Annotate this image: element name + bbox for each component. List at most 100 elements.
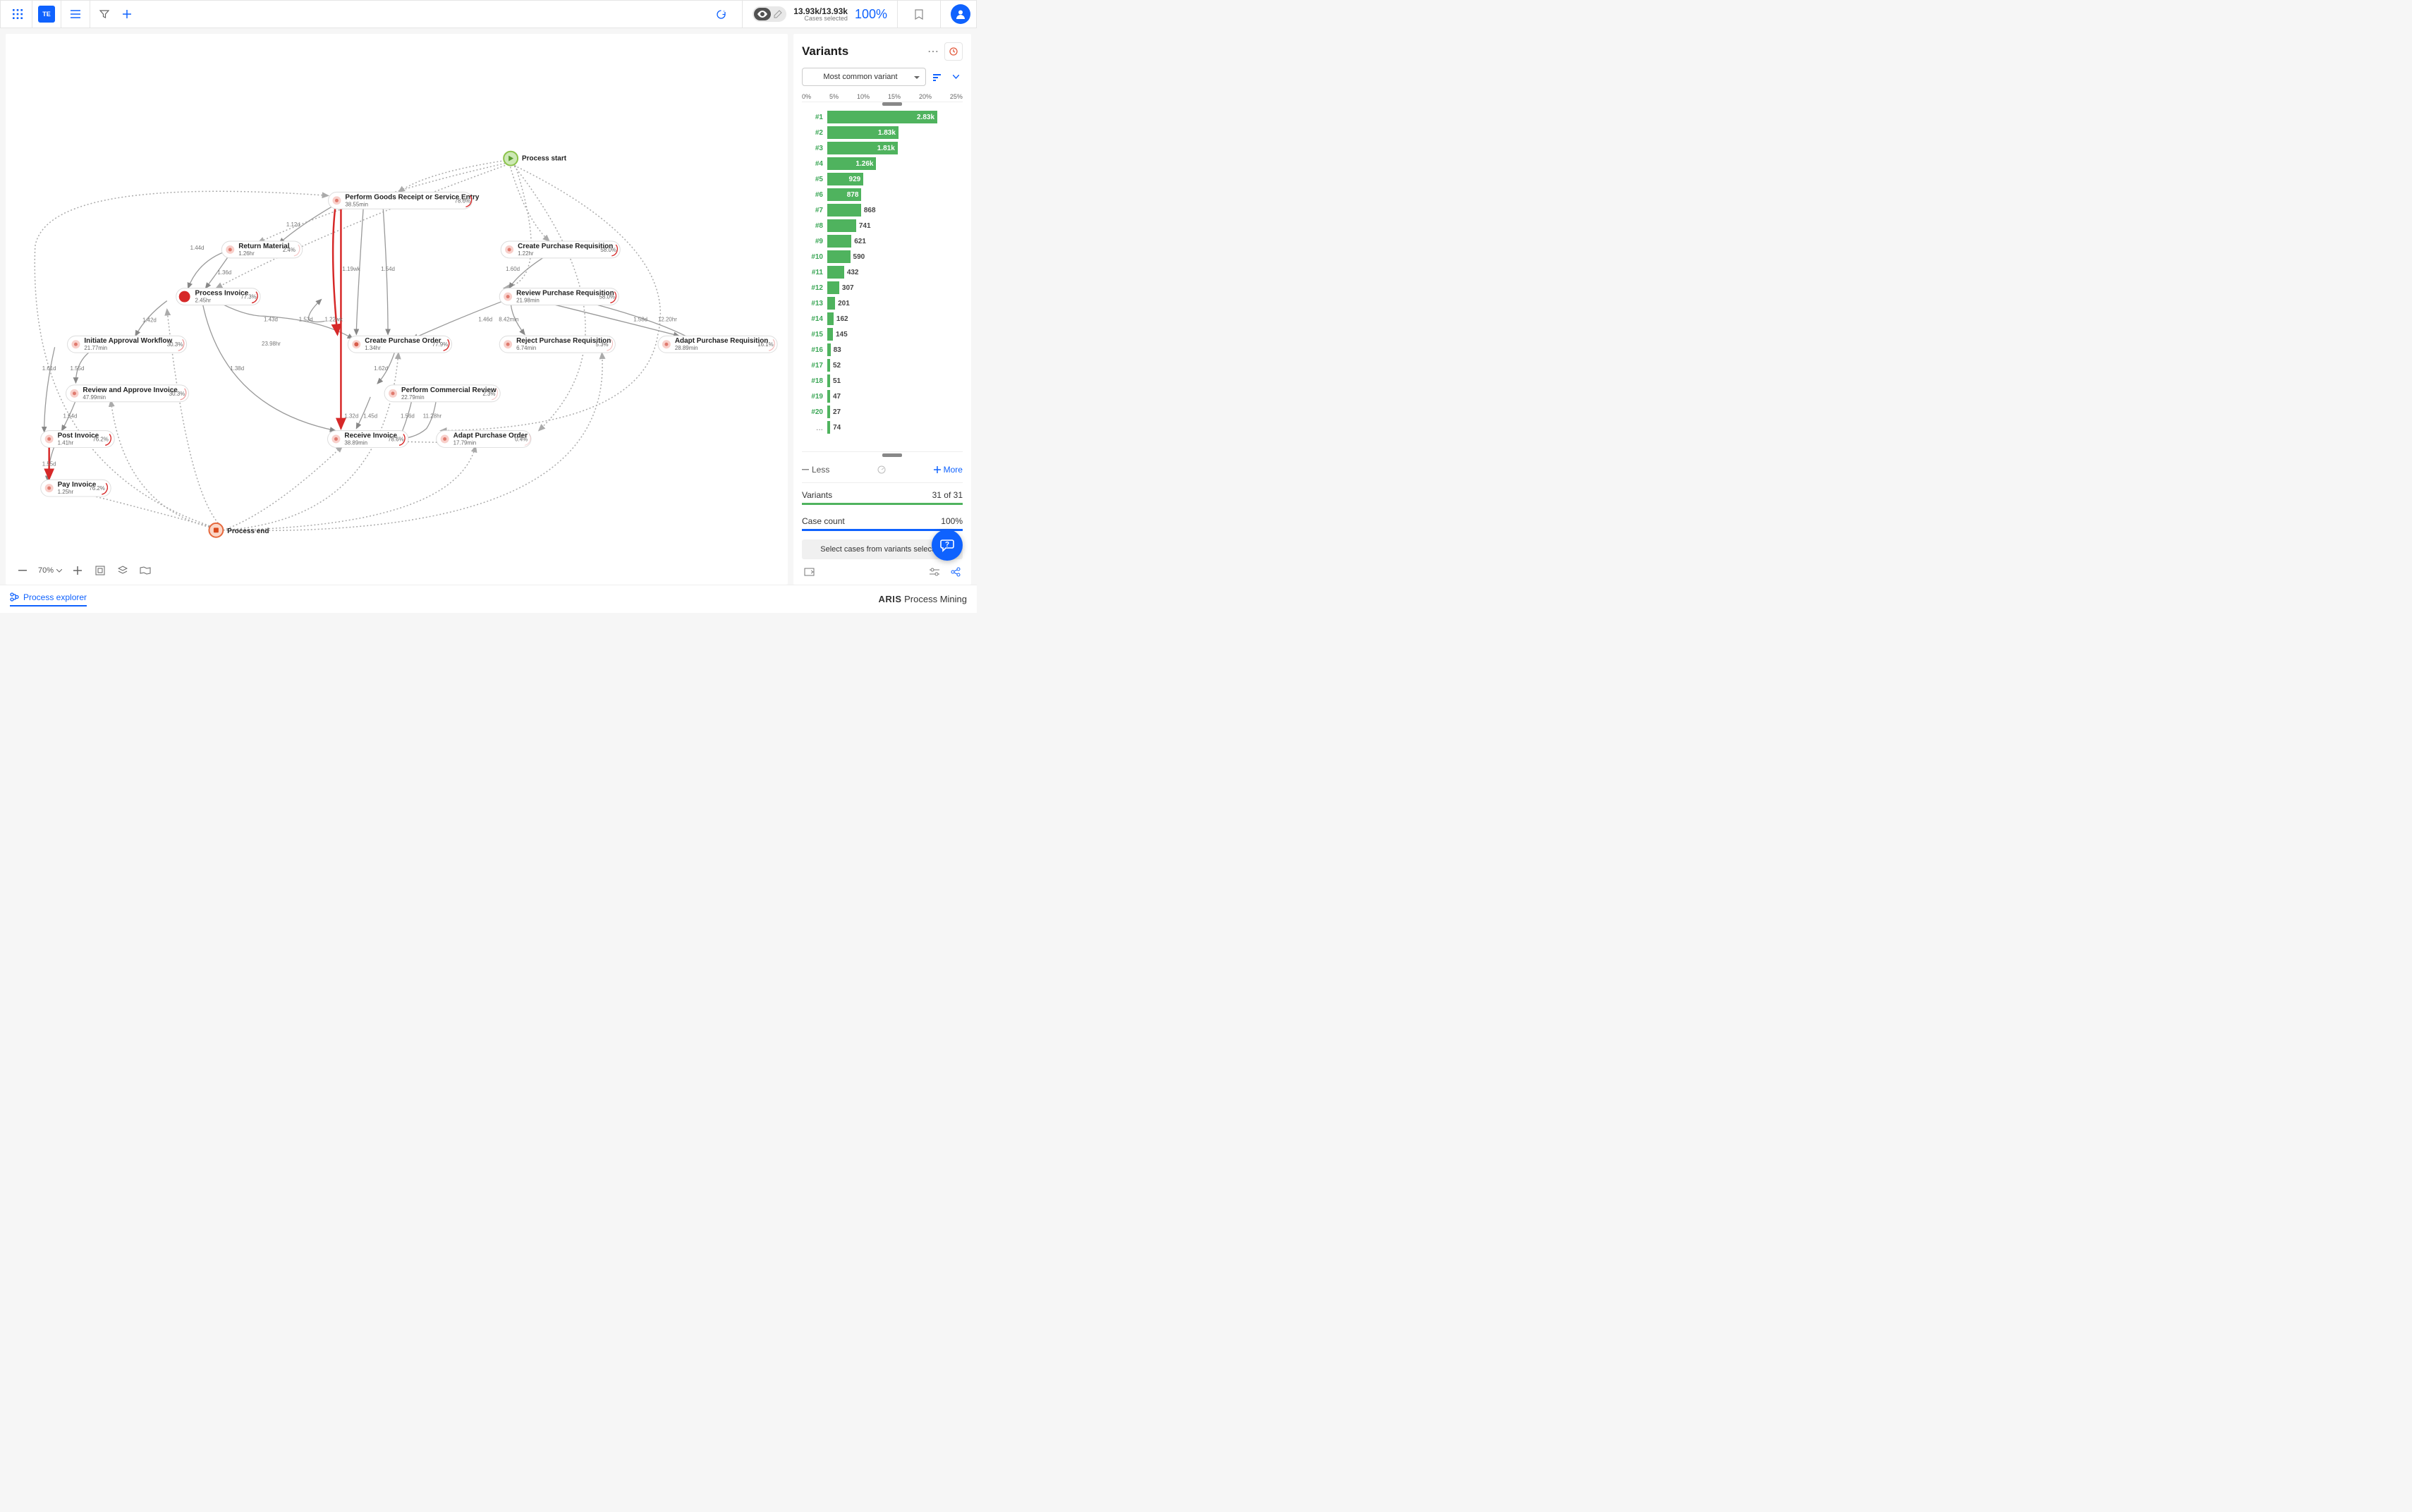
separator (940, 0, 941, 28)
project-button[interactable]: TE (35, 3, 58, 25)
node-process-invoice[interactable]: Process Invoice2.45hr77.3% (176, 288, 260, 305)
visibility-toggle[interactable] (753, 6, 786, 22)
less-more-row: Less More (802, 457, 963, 483)
bar-track: 621 (827, 235, 963, 248)
share-icon[interactable] (949, 565, 963, 579)
variant-bar-row[interactable]: #8741 (802, 218, 963, 233)
svg-text:1.56d: 1.56d (401, 413, 415, 420)
variant-bar-row[interactable]: #21.83k (802, 125, 963, 140)
user-avatar[interactable] (951, 4, 970, 24)
node-review-pr[interactable]: Review Purchase Requisition21.98min58.0% (499, 288, 619, 305)
fit-icon[interactable] (93, 563, 107, 578)
node-initiate-approval[interactable]: Initiate Approval Workflow21.77min30.3% (68, 336, 187, 353)
layers-icon[interactable] (116, 563, 130, 578)
clock-icon[interactable] (944, 42, 963, 61)
bar-chart-icon[interactable] (930, 73, 944, 81)
svg-text:78.6%: 78.6% (455, 197, 471, 204)
variant-bar-row[interactable]: #5929 (802, 171, 963, 187)
node-pay-invoice[interactable]: Pay Invoice1.25hr76.2% (41, 480, 111, 496)
bar-track: 432 (827, 266, 963, 279)
filter-icon[interactable] (93, 3, 116, 25)
bar-fill: 590 (827, 250, 851, 263)
variant-bar-row[interactable]: #14162 (802, 311, 963, 327)
bar-fill: 201 (827, 297, 835, 310)
variant-bar-row[interactable]: #9621 (802, 233, 963, 249)
separator (897, 0, 898, 28)
menu-icon[interactable] (64, 3, 87, 25)
chevron-down-icon[interactable] (949, 70, 963, 84)
export-icon[interactable] (802, 565, 816, 579)
variant-bar-row[interactable]: #6 878 (802, 187, 963, 202)
chart-axis: 0% 5% 10% 15% 20% 25% (802, 90, 963, 102)
variant-bar-row[interactable]: #1947 (802, 389, 963, 404)
variant-bar-row[interactable]: #11432 (802, 264, 963, 280)
canvas-toolbar: 70% (16, 563, 152, 578)
node-create-pr[interactable]: Create Purchase Requisition1.22hr58.0% (501, 241, 620, 258)
help-fab[interactable]: ? (932, 530, 963, 561)
refresh-icon[interactable] (709, 3, 732, 25)
sort-dropdown[interactable]: Most common variant (802, 68, 926, 86)
process-end-node[interactable]: Process end (209, 523, 269, 537)
node-commercial-review[interactable]: Perform Commercial Review22.79min2.3% (384, 385, 500, 402)
bar-label: #20 (802, 408, 823, 416)
tab-process-explorer[interactable]: Process explorer (10, 592, 87, 606)
zoom-out-icon[interactable] (16, 563, 30, 578)
variant-bar-row[interactable]: #1683 (802, 342, 963, 358)
variant-bar-row[interactable]: #2027 (802, 404, 963, 420)
settings-icon[interactable] (927, 565, 942, 579)
separator (742, 0, 743, 28)
process-canvas[interactable]: 1.12d 1.44d 1.36d 1.19wk 1.54d 1.60d 1.4… (6, 34, 788, 585)
variant-bar-row[interactable]: #31.81k (802, 140, 963, 156)
node-goods-receipt[interactable]: Perform Goods Receipt or Service Entry38… (329, 192, 480, 209)
cases-count: 13.93k/13.93k (793, 7, 848, 16)
more-icon[interactable]: ⋯ (926, 44, 940, 59)
variant-bar-row[interactable]: #12307 (802, 280, 963, 295)
bar-label: #14 (802, 315, 823, 323)
node-receive-invoice[interactable]: Receive Invoice38.89min78.6% (328, 431, 408, 448)
svg-text:Process end: Process end (227, 528, 269, 535)
variant-bar-row[interactable]: #13201 (802, 295, 963, 311)
bar-track: 74 (827, 421, 963, 434)
bar-label: #4 (802, 160, 823, 168)
map-icon[interactable] (138, 563, 152, 578)
variants-panel: Variants ⋯ Most common variant 0% 5% 10%… (793, 34, 971, 585)
bar-label: #3 (802, 145, 823, 152)
node-create-po[interactable]: Create Purchase Order1.34hr77.9% (348, 336, 451, 353)
zoom-in-icon[interactable] (71, 563, 85, 578)
bottom-scroll-handle[interactable] (882, 453, 902, 457)
bar-track: 878 (827, 188, 963, 201)
less-button[interactable]: Less (802, 465, 829, 475)
variant-bar-row[interactable]: #1851 (802, 373, 963, 389)
zoom-level[interactable]: 70% (38, 566, 62, 575)
node-adapt-pr[interactable]: Adapt Purchase Requisition28.89min16.1% (658, 336, 777, 353)
variant-bar-row[interactable]: #41.26k (802, 156, 963, 171)
top-scroll-track[interactable] (802, 102, 963, 106)
app-launcher-icon[interactable] (6, 3, 29, 25)
node-return-material[interactable]: Return Material1.26hr2.4% (221, 241, 302, 258)
svg-text:0.4%: 0.4% (515, 436, 528, 442)
variant-bar-row[interactable]: #12.83k (802, 109, 963, 125)
more-button[interactable]: More (934, 465, 963, 475)
node-post-invoice[interactable]: Post Invoice1.41hr76.2% (41, 431, 114, 448)
process-start-node[interactable]: Process start (504, 152, 567, 166)
bar-label: #6 (802, 191, 823, 199)
svg-text:Create Purchase Order: Create Purchase Order (365, 337, 441, 345)
gauge-icon[interactable] (875, 463, 889, 477)
add-icon[interactable] (116, 3, 138, 25)
variant-bar-row[interactable]: #15145 (802, 327, 963, 342)
variant-bar-row[interactable]: ...74 (802, 420, 963, 435)
process-graph[interactable]: 1.12d 1.44d 1.36d 1.19wk 1.54d 1.60d 1.4… (6, 34, 788, 585)
bar-fill: 878 (827, 188, 861, 201)
top-scroll-handle[interactable] (882, 102, 902, 106)
variant-bar-row[interactable]: #7868 (802, 202, 963, 218)
svg-text:1.55d: 1.55d (71, 365, 85, 372)
node-review-invoice[interactable]: Review and Approve Invoice47.99min30.3% (66, 385, 189, 402)
variant-bar-row[interactable]: #10590 (802, 249, 963, 264)
svg-text:1.22wk: 1.22wk (325, 316, 343, 322)
bar-track: 145 (827, 328, 963, 341)
bottom-scroll-track[interactable] (802, 451, 963, 457)
bookmark-icon[interactable] (908, 3, 930, 25)
node-reject-pr[interactable]: Reject Purchase Requisition6.74min5.3% (499, 336, 615, 353)
node-adapt-po[interactable]: Adapt Purchase Order17.79min0.4% (437, 431, 531, 448)
variant-bar-row[interactable]: #1752 (802, 358, 963, 373)
